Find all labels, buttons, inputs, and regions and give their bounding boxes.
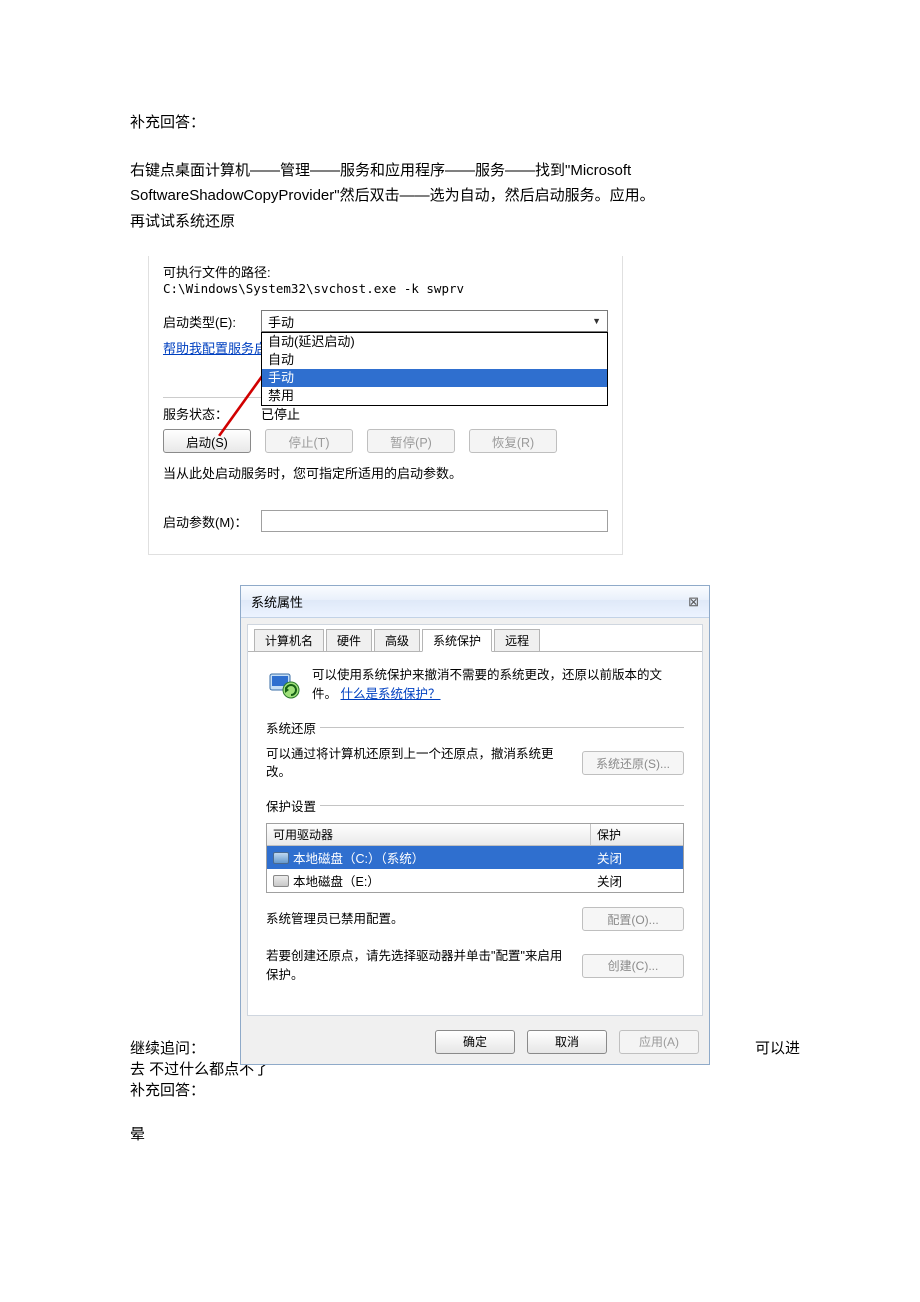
create-button: 创建(C)... xyxy=(582,954,684,978)
admin-disabled-text: 系统管理员已禁用配置。 xyxy=(266,910,572,929)
startup-option-manual[interactable]: 手动 xyxy=(262,369,607,387)
column-protection: 保护 xyxy=(591,824,683,845)
tab-hardware[interactable]: 硬件 xyxy=(326,629,372,651)
startup-type-listbox[interactable]: 自动(延迟启动) 自动 手动 禁用 xyxy=(261,332,608,406)
system-restore-group-label: 系统还原 xyxy=(266,718,316,737)
startup-option-disabled[interactable]: 禁用 xyxy=(262,387,607,405)
protection-settings-label: 保护设置 xyxy=(266,796,316,815)
dizzy-text: 晕 xyxy=(130,1122,800,1148)
cancel-button[interactable]: 取消 xyxy=(527,1030,607,1054)
create-point-text: 若要创建还原点，请先选择驱动器并单击"配置"来启用保护。 xyxy=(266,947,572,985)
what-is-protection-link[interactable]: 什么是系统保护？ xyxy=(341,687,441,701)
instructions-line-1: 右键点桌面计算机——管理——服务和应用程序——服务——找到"Microsoft xyxy=(130,162,631,179)
drive-e-state: 关闭 xyxy=(591,869,683,892)
startup-option-auto[interactable]: 自动 xyxy=(262,351,607,369)
system-restore-button: 系统还原(S)... xyxy=(582,751,684,775)
service-status-value: 已停止 xyxy=(261,404,300,423)
reply-heading-2: 补充回答： xyxy=(130,1079,800,1100)
followup-tail: 可以进 xyxy=(749,1037,800,1058)
help-configure-link[interactable]: 帮助我配置服务启 xyxy=(163,341,267,356)
drive-c-state: 关闭 xyxy=(591,846,683,869)
system-protection-icon xyxy=(266,666,302,702)
startup-type-dropdown[interactable]: 手动 xyxy=(261,310,608,332)
protection-settings-group: 保护设置 可用驱动器 保护 本地磁盘（C:）（系统） 关闭 xyxy=(266,796,684,985)
tab-computer-name[interactable]: 计算机名 xyxy=(254,629,324,651)
restore-description: 可以通过将计算机还原到上一个还原点，撤消系统更改。 xyxy=(266,745,572,783)
service-properties-panel: 可执行文件的路径: C:\Windows\System32\svchost.ex… xyxy=(148,256,623,555)
pause-button: 暂停(P) xyxy=(367,429,455,453)
startup-option-auto-delayed[interactable]: 自动(延迟启动) xyxy=(262,333,607,351)
configure-button: 配置(O)... xyxy=(582,907,684,931)
start-button[interactable]: 启动(S) xyxy=(163,429,251,453)
start-params-input[interactable] xyxy=(261,510,608,532)
drive-row-e[interactable]: 本地磁盘（E:） 关闭 xyxy=(267,869,683,892)
drive-list[interactable]: 可用驱动器 保护 本地磁盘（C:）（系统） 关闭 本地磁盘（E:） 关闭 xyxy=(266,823,684,893)
tab-bar: 计算机名 硬件 高级 系统保护 远程 xyxy=(248,625,702,652)
system-restore-group: 系统还原 可以通过将计算机还原到上一个还原点，撤消系统更改。 系统还原(S)..… xyxy=(266,718,684,783)
instructions-line-3: 再试试系统还原 xyxy=(130,213,235,230)
followup-label: 继续追问： xyxy=(130,1037,205,1058)
tab-system-protection[interactable]: 系统保护 xyxy=(422,629,492,652)
close-icon[interactable]: ⊠ xyxy=(688,594,699,610)
drive-c-label: 本地磁盘（C:）（系统） xyxy=(293,848,424,867)
drive-e-label: 本地磁盘（E:） xyxy=(293,871,380,890)
instructions-line-2: SoftwareShadowCopyProvider"然后双击——选为自动，然后… xyxy=(130,187,655,204)
apply-button: 应用(A) xyxy=(619,1030,699,1054)
dialog-title: 系统属性 xyxy=(251,592,303,611)
drive-row-c[interactable]: 本地磁盘（C:）（系统） 关闭 xyxy=(267,846,683,869)
system-properties-dialog: 系统属性 ⊠ 计算机名 硬件 高级 系统保护 远程 xyxy=(240,585,710,1065)
service-status-label: 服务状态： xyxy=(163,404,261,423)
tab-remote[interactable]: 远程 xyxy=(494,629,540,651)
column-drive: 可用驱动器 xyxy=(267,824,591,845)
startup-type-label: 启动类型(E): xyxy=(163,312,261,331)
executable-path-label: 可执行文件的路径: xyxy=(163,262,608,281)
resume-button: 恢复(R) xyxy=(469,429,557,453)
instructions-paragraph: 右键点桌面计算机——管理——服务和应用程序——服务——找到"Microsoft … xyxy=(130,158,800,235)
reply-heading: 补充回答： xyxy=(130,110,800,136)
tab-advanced[interactable]: 高级 xyxy=(374,629,420,651)
ok-button[interactable]: 确定 xyxy=(435,1030,515,1054)
startup-type-selected: 手动 xyxy=(268,312,294,331)
start-params-hint: 当从此处启动服务时，您可指定所适用的启动参数。 xyxy=(163,463,608,482)
executable-path-value: C:\Windows\System32\svchost.exe -k swprv xyxy=(163,281,608,296)
stop-button: 停止(T) xyxy=(265,429,353,453)
drive-icon xyxy=(273,875,289,887)
drive-icon xyxy=(273,852,289,864)
start-params-label: 启动参数(M)： xyxy=(163,512,261,531)
protection-description: 可以使用系统保护来撤消不需要的系统更改，还原以前版本的文件。 什么是系统保护？ xyxy=(312,666,684,704)
